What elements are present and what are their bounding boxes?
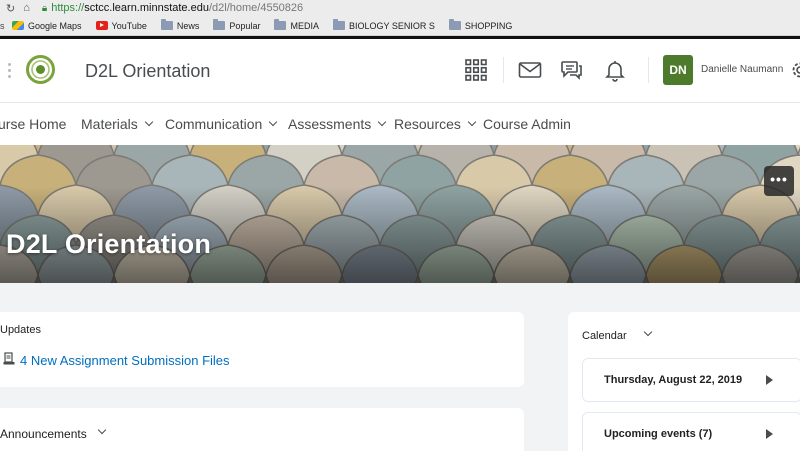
nav-materials[interactable]: Materials bbox=[81, 116, 154, 132]
minibar: D2L Orientation DN Danielle Naumann bbox=[0, 39, 800, 103]
bookmark-shopping[interactable]: SHOPPING bbox=[448, 19, 513, 31]
bookmark-google-maps[interactable]: Google Maps bbox=[12, 21, 82, 31]
home-icon[interactable]: ⌂ bbox=[23, 2, 30, 14]
chevron-down-icon bbox=[378, 117, 387, 127]
folder-icon bbox=[213, 19, 226, 30]
d2l-logo-icon[interactable] bbox=[25, 54, 56, 85]
bookmarks-bar: s Google Maps YouTube News Popular MEDIA… bbox=[0, 16, 800, 36]
folder-icon bbox=[274, 19, 287, 30]
gear-icon[interactable] bbox=[788, 58, 800, 82]
new-submissions-link[interactable]: 4 New Assignment Submission Files bbox=[20, 353, 230, 368]
reload-icon[interactable]: ↻ bbox=[6, 2, 15, 15]
nav-label: Communication bbox=[165, 116, 263, 132]
header-divider bbox=[503, 57, 504, 83]
drag-handle-icon bbox=[8, 63, 11, 79]
bookmark-label: MEDIA bbox=[290, 20, 319, 31]
youtube-icon bbox=[95, 21, 108, 30]
nav-resources[interactable]: Resources bbox=[394, 116, 477, 132]
bookmark-label: SHOPPING bbox=[464, 20, 513, 31]
bookmark-media[interactable]: MEDIA bbox=[274, 19, 319, 31]
apps-cut-label: s bbox=[0, 20, 5, 31]
play-arrow-icon bbox=[766, 429, 773, 439]
upcoming-events-row[interactable]: Upcoming events (7) bbox=[582, 412, 800, 451]
chevron-down-icon bbox=[269, 117, 278, 127]
browser-nav: ↻ ⌂ bbox=[0, 2, 30, 15]
url-path: /d2l/home/4550826 bbox=[208, 2, 304, 14]
updates-widget: Updates 4 New Assignment Submission File… bbox=[0, 312, 524, 387]
browser-url-bar: ↻ ⌂ 🔒︎ https://sctcc.learn.minnstate.edu… bbox=[0, 0, 800, 16]
chevron-down-icon[interactable] bbox=[643, 327, 653, 337]
address-field[interactable]: https://sctcc.learn.minnstate.edu/d2l/ho… bbox=[51, 2, 303, 14]
notification-bell-icon[interactable] bbox=[603, 58, 627, 82]
nav-label: Assessments bbox=[288, 116, 372, 132]
upcoming-events: Upcoming events (7) bbox=[604, 428, 713, 440]
bookmark-label: Popular bbox=[229, 20, 261, 31]
course-banner: D2L Orientation ••• bbox=[0, 145, 800, 283]
mail-icon[interactable] bbox=[518, 58, 542, 82]
widget-title: Updates bbox=[0, 324, 41, 336]
url-scheme: https:// bbox=[51, 2, 85, 14]
banner-shade bbox=[0, 145, 800, 283]
nav-label: Resources bbox=[394, 116, 461, 132]
org-name-link[interactable]: D2L Orientation bbox=[85, 61, 210, 82]
assignment-icon bbox=[3, 352, 15, 365]
calendar-widget: Calendar Thursday, August 22, 2019 Upcom… bbox=[568, 312, 800, 451]
nav-course-home[interactable]: urse Home bbox=[0, 116, 66, 132]
google-maps-icon bbox=[12, 21, 24, 30]
calendar-date-row[interactable]: Thursday, August 22, 2019 bbox=[582, 358, 800, 402]
nav-label: Materials bbox=[81, 116, 138, 132]
chevron-down-icon[interactable] bbox=[97, 425, 107, 435]
bookmark-youtube[interactable]: YouTube bbox=[95, 20, 147, 31]
announcements-widget: Announcements bbox=[0, 408, 524, 451]
nav-label: Course Admin bbox=[483, 116, 571, 132]
bookmark-news[interactable]: News bbox=[160, 19, 200, 31]
message-alerts-icon[interactable] bbox=[560, 58, 584, 82]
bookmark-biology-senior[interactable]: BIOLOGY SENIOR S bbox=[332, 19, 435, 31]
chevron-down-icon bbox=[144, 117, 154, 127]
play-arrow-icon bbox=[766, 375, 773, 385]
nav-label: urse Home bbox=[0, 116, 67, 132]
widget-title: Announcements bbox=[0, 427, 87, 441]
bookmark-label: News bbox=[176, 20, 200, 31]
header-divider bbox=[648, 57, 649, 83]
banner-title: D2L Orientation bbox=[6, 229, 212, 259]
folder-icon bbox=[160, 19, 173, 30]
user-name[interactable]: Danielle Naumann bbox=[701, 64, 783, 75]
course-navbar: urse Home Materials Communication Assess… bbox=[0, 103, 800, 145]
folder-icon bbox=[448, 19, 461, 30]
nav-course-admin[interactable]: Course Admin bbox=[483, 116, 571, 132]
folder-icon bbox=[332, 19, 345, 30]
avatar[interactable]: DN bbox=[663, 55, 693, 85]
bookmark-label: BIOLOGY SENIOR S bbox=[348, 20, 435, 31]
nav-communication[interactable]: Communication bbox=[165, 116, 278, 132]
chevron-down-icon bbox=[467, 117, 477, 127]
bookmark-label: YouTube bbox=[111, 20, 147, 31]
calendar-date: Thursday, August 22, 2019 bbox=[604, 374, 743, 386]
lock-icon: 🔒︎ bbox=[41, 2, 48, 14]
bookmark-label: Google Maps bbox=[28, 20, 82, 31]
banner-more-button[interactable]: ••• bbox=[764, 166, 794, 196]
bookmark-popular[interactable]: Popular bbox=[213, 19, 261, 31]
widget-title: Calendar bbox=[582, 330, 627, 342]
nav-assessments[interactable]: Assessments bbox=[288, 116, 387, 132]
url-host: sctcc.learn.minnstate.edu bbox=[84, 2, 209, 14]
course-selector-grid-icon[interactable] bbox=[464, 58, 488, 82]
